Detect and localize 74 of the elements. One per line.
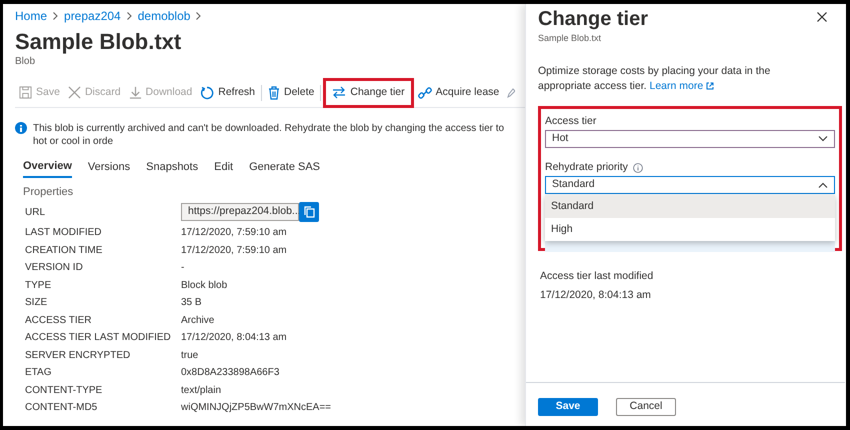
toolbar-button[interactable]: Refresh [196, 80, 259, 106]
property-label: LAST MODIFIED [25, 226, 102, 240]
description-text: Optimize storage costs by placing your data in the appropriate access tier. Learn more [538, 64, 772, 94]
trash-icon [268, 86, 280, 100]
chevron-up-icon [818, 182, 828, 188]
tab[interactable]: Versions [88, 156, 130, 178]
info-icon [632, 163, 643, 173]
property-value: Archive [181, 314, 214, 328]
breadcrumb-link[interactable]: Home [15, 7, 48, 25]
chevron-right-icon [126, 12, 132, 20]
panel-title: Change tier [538, 7, 648, 32]
property-value: Block blob [181, 278, 228, 293]
property-value: true [181, 348, 198, 363]
breadcrumb-link[interactable]: prepaz204 [64, 7, 121, 25]
property-label: ACCESS TIER [25, 314, 92, 328]
dropdown-field[interactable]: Hot [545, 130, 835, 148]
toolbar-button[interactable]: Acquire lease [414, 80, 504, 106]
tab[interactable]: Overview [23, 156, 72, 178]
property-value: 17/12/2020, 7:59:10 am [181, 244, 287, 258]
save-button[interactable]: Save [538, 398, 598, 416]
field-label: Access tier last modified [540, 269, 654, 284]
close-icon [817, 12, 827, 22]
page-subtitle: Blob [15, 56, 36, 68]
close-button[interactable] [817, 12, 827, 22]
property-value: wiQMINJQjZP5BwW7mXNcEA== [181, 401, 332, 416]
tab[interactable]: Edit [214, 156, 234, 178]
external-link-icon [706, 82, 714, 90]
tab[interactable]: Generate SAS [249, 156, 320, 178]
property-label: URL [25, 206, 46, 220]
property-label: CONTENT-MD5 [25, 401, 98, 416]
chevron-right-icon [196, 12, 202, 20]
property-value: 17/12/2020, 7:59:10 am [181, 226, 287, 240]
section-heading: Properties [23, 185, 74, 198]
property-label: SIZE [25, 296, 48, 310]
toolbar-button[interactable]: Delete [264, 80, 318, 106]
cancel-button[interactable]: Cancel [616, 398, 676, 416]
swap-arrows-icon [332, 86, 346, 99]
property-label: CREATION TIME [25, 244, 104, 258]
property-label: ETAG [25, 366, 52, 380]
refresh-icon [200, 86, 214, 100]
close-icon [68, 86, 81, 99]
chevron-down-icon [818, 136, 828, 142]
info-message: This blob is currently archived and can't be downloaded. Rehydrate the blob by changing the access tier to hot or cool in orde [33, 122, 506, 148]
copy-icon [304, 206, 314, 218]
field-label: Rehydrate priority [545, 160, 628, 176]
copy-button[interactable] [299, 202, 319, 222]
learn-more-link[interactable]: Learn more [649, 80, 714, 92]
tab[interactable]: Snapshots [146, 156, 198, 178]
dropdown-option[interactable]: Standard [545, 195, 835, 218]
property-label: VERSION ID [25, 261, 84, 276]
dropdown-option[interactable]: High [545, 218, 835, 241]
edit-icon [507, 88, 516, 98]
download-icon [128, 86, 142, 99]
property-value: text/plain [181, 384, 222, 398]
field-label: Access tier [545, 114, 596, 130]
property-value: 17/12/2020, 8:04:13 am [181, 331, 287, 346]
property-value: - [181, 261, 184, 276]
field-value: 17/12/2020, 8:04:13 am [540, 288, 652, 303]
info-icon [15, 122, 27, 134]
toolbar-button[interactable]: Change tier [323, 78, 414, 108]
url-field[interactable]: https://prepaz204.blob... [181, 203, 299, 221]
property-value: 0x8D8A233898A66F3 [181, 366, 280, 380]
link-icon [418, 86, 432, 100]
property-label: ACCESS TIER LAST MODIFIED [25, 331, 172, 346]
property-value: 35 B [181, 296, 202, 310]
dropdown-field[interactable]: Standard [545, 176, 835, 194]
property-label: SERVER ENCRYPTED [25, 348, 132, 363]
property-label: TYPE [25, 278, 52, 293]
breadcrumb-link[interactable]: demoblob [138, 7, 190, 25]
page-title: Sample Blob.txt [15, 28, 182, 56]
save-icon [19, 86, 32, 99]
chevron-right-icon [53, 12, 58, 20]
panel-subtitle: Sample Blob.txt [538, 32, 602, 44]
property-label: CONTENT-TYPE [25, 384, 104, 398]
